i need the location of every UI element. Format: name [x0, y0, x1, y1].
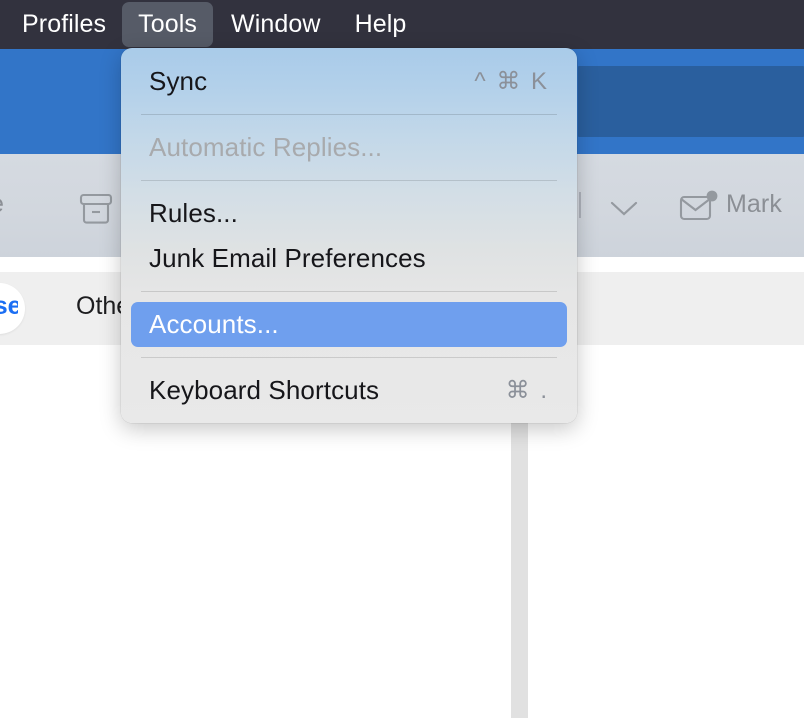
mark-unread-label[interactable]: Mark: [726, 190, 782, 219]
menu-item-automatic-replies: Automatic Replies...: [131, 125, 567, 170]
menubar-item-window[interactable]: Window: [215, 2, 337, 47]
chevron-down-icon[interactable]: [608, 198, 640, 223]
tab-focused-label[interactable]: Focused: [0, 292, 18, 321]
archive-box-icon[interactable]: [76, 192, 116, 233]
menu-separator: [141, 357, 557, 358]
menu-item-label: Keyboard Shortcuts: [149, 375, 380, 405]
screenshot-root: e Mark: [0, 0, 804, 718]
tools-dropdown-menu: Sync ^ ⌘ K Automatic Replies... Rules...…: [121, 48, 577, 423]
toolbar-divider: [579, 192, 581, 218]
menu-item-keyboard-shortcuts[interactable]: Keyboard Shortcuts ⌘ .: [131, 368, 567, 413]
menu-item-shortcut: ^ ⌘ K: [474, 68, 549, 95]
menu-item-label: Junk Email Preferences: [149, 243, 426, 273]
menu-item-shortcut: ⌘ .: [505, 377, 549, 404]
menu-bar: Profiles Tools Window Help: [0, 0, 804, 49]
menubar-item-help[interactable]: Help: [339, 2, 423, 47]
search-input[interactable]: [578, 66, 804, 137]
menu-item-label: Automatic Replies...: [149, 132, 383, 162]
menu-item-sync[interactable]: Sync ^ ⌘ K: [131, 59, 567, 104]
menu-item-label: Accounts...: [149, 309, 279, 339]
menu-item-label: Sync: [149, 66, 208, 96]
menu-item-label: Rules...: [149, 198, 238, 228]
menubar-item-tools[interactable]: Tools: [122, 2, 214, 47]
toolbar-truncated-label: e: [0, 190, 4, 219]
menu-item-rules[interactable]: Rules...: [131, 191, 567, 236]
menubar-item-profiles[interactable]: Profiles: [16, 2, 120, 47]
menu-separator: [141, 114, 557, 115]
envelope-unread-icon[interactable]: [678, 190, 720, 229]
menu-item-junk-email-preferences[interactable]: Junk Email Preferences: [131, 236, 567, 281]
menu-separator: [141, 291, 557, 292]
menu-separator: [141, 180, 557, 181]
menu-item-accounts[interactable]: Accounts...: [131, 302, 567, 347]
